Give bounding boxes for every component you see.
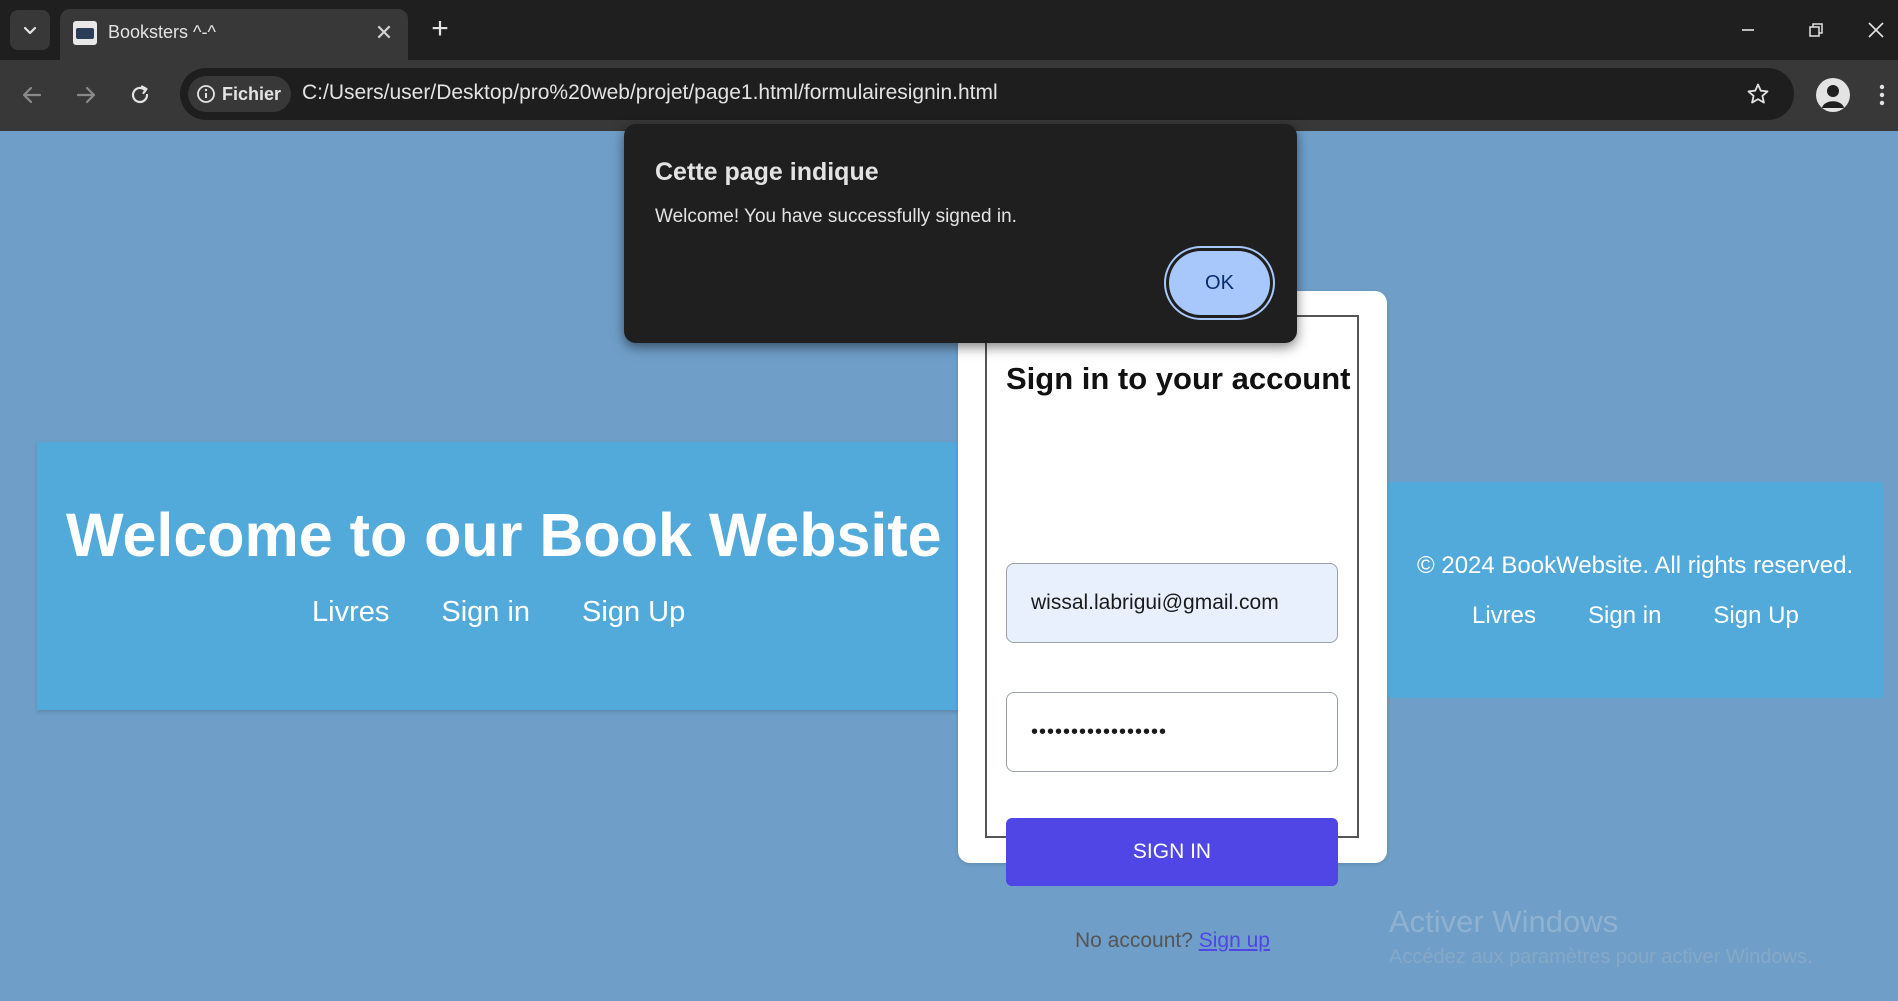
forward-arrow-icon xyxy=(76,86,96,104)
alert-dialog: Cette page indique Welcome! You have suc… xyxy=(624,124,1297,343)
password-field[interactable]: ••••••••••••••••• xyxy=(1006,692,1338,772)
footer-link-livres[interactable]: Livres xyxy=(1472,602,1536,630)
signin-card: Sign in to your account wissal.labrigui@… xyxy=(958,291,1387,952)
sign-up-link[interactable]: Sign up xyxy=(1199,929,1270,952)
close-icon xyxy=(1868,22,1884,38)
no-account-label: No account? xyxy=(1075,929,1199,952)
tab-close-icon[interactable]: ✕ xyxy=(372,21,396,45)
forward-button[interactable] xyxy=(68,77,104,113)
reload-button[interactable] xyxy=(122,77,158,113)
info-icon xyxy=(197,85,215,103)
signin-title: Sign in to your account xyxy=(1006,361,1351,396)
reload-icon xyxy=(131,85,149,104)
windows-activation-title: Activer Windows xyxy=(1389,904,1619,939)
close-window-button[interactable] xyxy=(1852,10,1898,50)
header-nav: Livres Sign in Sign Up xyxy=(312,596,685,629)
back-button[interactable] xyxy=(14,77,50,113)
profile-avatar-icon[interactable] xyxy=(1816,78,1850,112)
chevron-down-icon xyxy=(23,26,37,35)
tab-title: Booksters ^-^ xyxy=(108,22,216,42)
browser-menu-icon[interactable] xyxy=(1870,78,1894,112)
favicon-icon xyxy=(73,21,97,45)
sign-in-button[interactable]: SIGN IN xyxy=(1006,818,1338,886)
site-header: Welcome to our Book Website Livres Sign … xyxy=(37,442,995,710)
nav-link-sign-in[interactable]: Sign in xyxy=(441,596,530,629)
footer-link-sign-in[interactable]: Sign in xyxy=(1588,602,1661,630)
minimize-icon xyxy=(1742,29,1754,31)
dialog-title: Cette page indique xyxy=(655,158,879,186)
browser-toolbar: Fichier C:/Users/user/Desktop/pro%20web/… xyxy=(0,60,1898,131)
site-footer: © 2024 BookWebsite. All rights reserved.… xyxy=(1380,482,1883,698)
back-arrow-icon xyxy=(22,86,42,104)
site-chip-label: Fichier xyxy=(222,83,282,104)
restore-icon xyxy=(1809,23,1823,37)
tab-search-button[interactable] xyxy=(10,10,50,50)
dialog-message: Welcome! You have successfully signed in… xyxy=(655,206,1017,227)
email-field[interactable]: wissal.labrigui@gmail.com xyxy=(1006,563,1338,643)
address-bar[interactable]: Fichier C:/Users/user/Desktop/pro%20web/… xyxy=(180,68,1794,120)
url-text[interactable]: C:/Users/user/Desktop/pro%20web/projet/p… xyxy=(302,81,998,105)
no-account-text: No account? Sign up xyxy=(958,929,1387,953)
windows-activation-subtitle: Accédez aux paramètres pour activer Wind… xyxy=(1389,946,1813,968)
active-tab[interactable]: Booksters ^-^ ✕ xyxy=(60,9,408,60)
restore-button[interactable] xyxy=(1792,10,1840,50)
page-title: Welcome to our Book Website xyxy=(66,501,942,569)
footer-nav: Livres Sign in Sign Up xyxy=(1472,602,1799,630)
footer-link-sign-up[interactable]: Sign Up xyxy=(1713,602,1798,630)
bookmark-star-icon[interactable] xyxy=(1744,80,1772,108)
footer-copyright: © 2024 BookWebsite. All rights reserved. xyxy=(1417,552,1854,579)
nav-link-sign-up[interactable]: Sign Up xyxy=(582,596,685,629)
site-info-chip[interactable]: Fichier xyxy=(188,76,292,112)
tab-strip: Booksters ^-^ ✕ + xyxy=(0,0,1898,60)
nav-link-livres[interactable]: Livres xyxy=(312,596,389,629)
minimize-button[interactable] xyxy=(1724,10,1772,50)
new-tab-button[interactable]: + xyxy=(424,14,456,46)
dialog-ok-button[interactable]: OK xyxy=(1169,251,1270,315)
